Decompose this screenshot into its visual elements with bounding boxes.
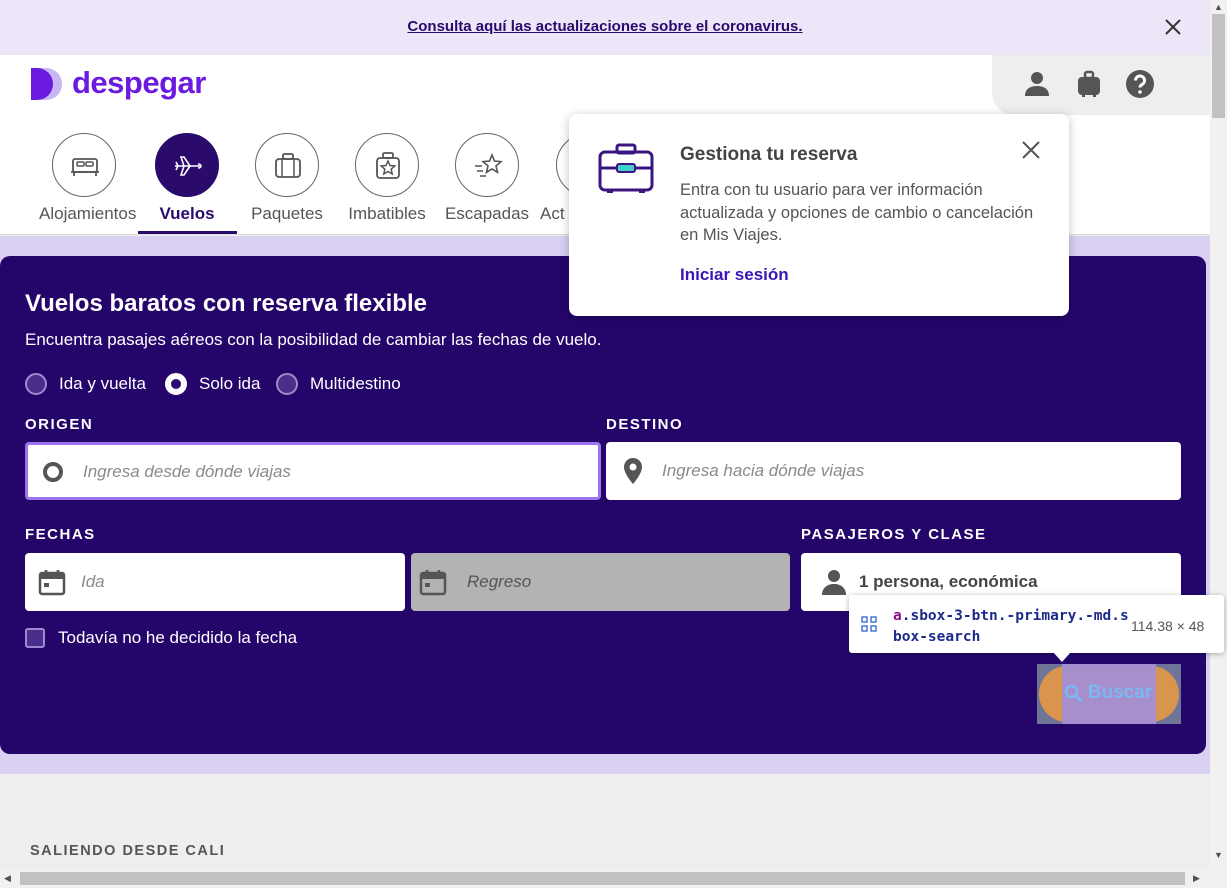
- dates-label: FECHAS: [25, 526, 96, 543]
- product-icon-circle: [355, 133, 419, 197]
- search-button-label: Buscar: [1087, 682, 1153, 703]
- radio-multi-destination[interactable]: Multidestino: [276, 373, 401, 395]
- login-link[interactable]: Iniciar sesión: [680, 265, 789, 285]
- scrollbar-thumb[interactable]: [1212, 14, 1225, 118]
- radio-label: Multidestino: [310, 374, 401, 393]
- radio-label: Solo ida: [199, 374, 261, 393]
- popover-title: Gestiona tu reserva: [680, 144, 858, 165]
- scroll-left-arrow[interactable]: ◀: [4, 873, 11, 884]
- close-icon[interactable]: [1162, 16, 1184, 38]
- product-imbatibles[interactable]: Imbatibles: [342, 133, 432, 224]
- suitcase-icon: [275, 153, 301, 178]
- vertical-scrollbar[interactable]: ▲ ▼: [1210, 0, 1227, 888]
- product-label: Paquetes: [251, 204, 323, 223]
- bed-icon: [71, 158, 99, 176]
- calendar-icon: [419, 570, 447, 596]
- destination-input[interactable]: Ingresa hacia dónde viajas: [606, 442, 1181, 500]
- element-classes: .sbox-3-btn.-primary.-md.sbox-search: [893, 608, 1129, 645]
- manage-booking-popover: Gestiona tu reserva Entra con tu usuario…: [569, 114, 1069, 316]
- product-alojamientos[interactable]: Alojamientos: [39, 133, 137, 224]
- product-icon-circle: [455, 133, 519, 197]
- suitcase-icon: [598, 143, 654, 193]
- product-escapadas[interactable]: Escapadas: [442, 133, 532, 224]
- product-icon-circle: [155, 133, 219, 197]
- product-label: Vuelos: [159, 204, 215, 223]
- destination-placeholder: Ingresa hacia dónde viajas: [662, 461, 865, 480]
- radio-one-way[interactable]: Solo ida: [165, 373, 260, 395]
- scroll-down-arrow[interactable]: ▼: [1214, 850, 1223, 860]
- calendar-icon: [38, 570, 66, 596]
- departure-placeholder: Ida: [81, 572, 105, 591]
- person-icon: [822, 570, 846, 595]
- suitcase-icon[interactable]: [1074, 69, 1104, 99]
- product-label: Escapadas: [444, 204, 530, 223]
- product-label: Imbatibles: [348, 204, 426, 223]
- scroll-up-arrow[interactable]: ▲: [1214, 2, 1223, 12]
- return-date-input: Regreso: [411, 553, 790, 611]
- popover-description: Entra con tu usuario para ver informació…: [680, 181, 1034, 244]
- logo-icon: [31, 68, 62, 100]
- despegar-logo[interactable]: despegar: [30, 65, 250, 103]
- destination-label: DESTINO: [606, 416, 684, 433]
- element-selector: a.sbox-3-btn.-primary.-md.sbox-search: [893, 606, 1129, 648]
- checkbox-label: Todavía no he decidido la fecha: [58, 628, 298, 647]
- covid-updates-link[interactable]: Consulta aquí las actualizaciones sobre …: [0, 18, 1210, 35]
- scrollbar-thumb[interactable]: [20, 872, 1185, 885]
- flight-search-box: Vuelos baratos con reserva flexible Encu…: [0, 256, 1206, 754]
- devtools-inspect-tooltip: a.sbox-3-btn.-primary.-md.sbox-search 11…: [849, 595, 1224, 662]
- scroll-right-arrow[interactable]: ▶: [1193, 873, 1200, 884]
- origin-input[interactable]: Ingresa desde dónde viajas: [25, 442, 601, 500]
- help-icon[interactable]: [1125, 69, 1155, 99]
- close-icon[interactable]: [1020, 139, 1042, 161]
- undecided-date-checkbox[interactable]: Todavía no he decidido la fecha: [25, 628, 297, 648]
- search-title: Vuelos baratos con reserva flexible: [25, 290, 427, 317]
- search-subtitle: Encuentra pasajes aéreos con la posibili…: [25, 330, 602, 349]
- checkbox-box[interactable]: [25, 628, 45, 648]
- origin-placeholder: Ingresa desde dónde viajas: [83, 462, 291, 481]
- element-tag: a: [893, 608, 902, 624]
- user-icon[interactable]: [1022, 69, 1052, 99]
- horizontal-scrollbar[interactable]: ◀ ▶: [0, 869, 1210, 888]
- location-pin-icon: [624, 458, 642, 484]
- grid-icon: [861, 616, 877, 632]
- section-heading: SALIENDO DESDE CALI: [30, 843, 226, 859]
- shooting-star-icon: [475, 152, 503, 177]
- radio-dot[interactable]: [276, 373, 298, 395]
- passengers-value: 1 persona, económica: [859, 572, 1038, 591]
- active-tab-underline: [138, 231, 237, 234]
- product-paquetes[interactable]: Paquetes: [242, 133, 332, 224]
- badge-star-icon: [376, 152, 400, 179]
- radio-label: Ida y vuelta: [59, 374, 146, 393]
- element-dimensions: 114.38 × 48: [1131, 618, 1205, 634]
- origin-label: ORIGEN: [25, 416, 94, 433]
- passengers-label: PASAJEROS Y CLASE: [801, 526, 987, 543]
- return-placeholder: Regreso: [467, 572, 532, 591]
- product-icon-circle: [52, 133, 116, 197]
- origin-circle-icon: [43, 462, 63, 482]
- radio-round-trip[interactable]: Ida y vuelta: [25, 373, 146, 395]
- product-icon-circle: [255, 133, 319, 197]
- logo-text: despegar: [72, 65, 206, 100]
- search-button[interactable]: Buscar: [1037, 664, 1181, 724]
- product-label: Alojamientos: [39, 204, 137, 223]
- departure-date-input[interactable]: Ida: [25, 553, 405, 611]
- radio-dot[interactable]: [25, 373, 47, 395]
- radio-dot[interactable]: [165, 373, 187, 395]
- product-vuelos[interactable]: Vuelos: [142, 133, 232, 224]
- airplane-icon: [175, 156, 202, 176]
- header-actions: [992, 55, 1210, 115]
- covid-banner: Consulta aquí las actualizaciones sobre …: [0, 0, 1210, 55]
